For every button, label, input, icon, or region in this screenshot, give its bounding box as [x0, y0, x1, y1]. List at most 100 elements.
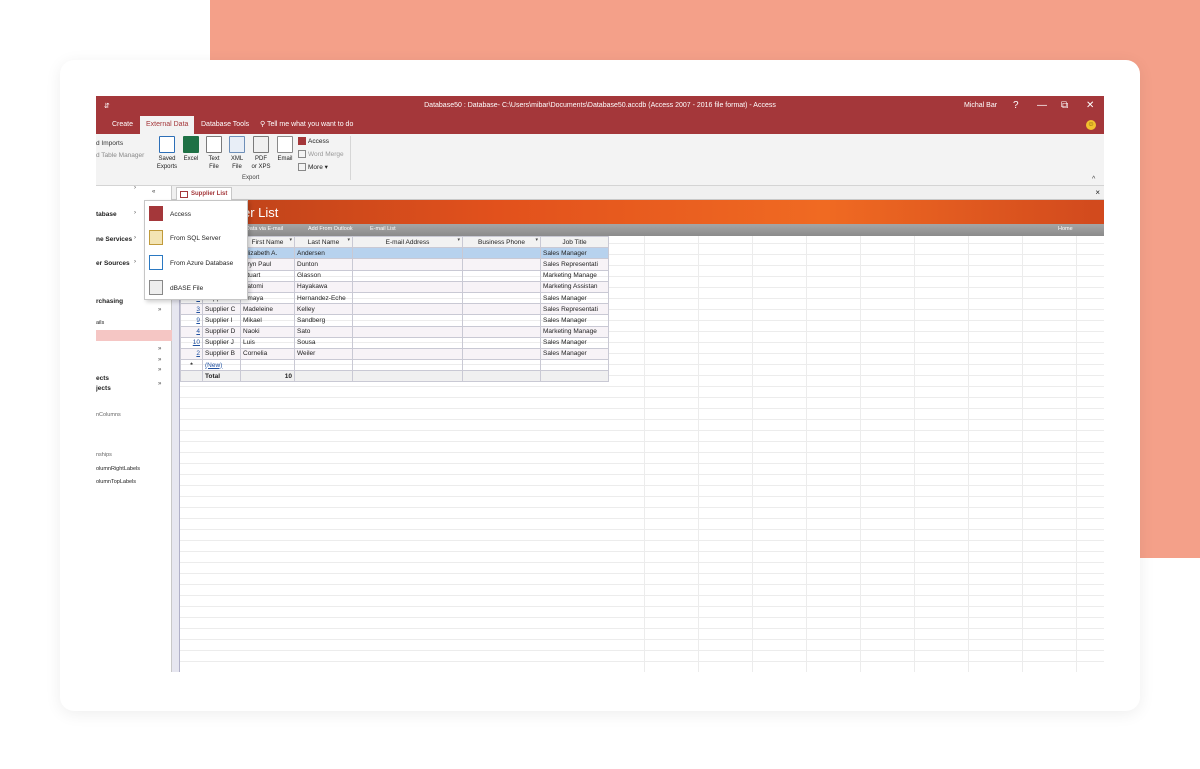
nav-pane-collapse-icon[interactable]: « — [152, 189, 155, 195]
email-list-link[interactable]: E-mail List — [370, 226, 396, 232]
cell-phone[interactable] — [462, 280, 541, 293]
cell-job-title[interactable]: Marketing Assistan — [540, 280, 609, 293]
dropdown-icon[interactable]: ▾ — [535, 238, 538, 243]
cell-phone[interactable] — [462, 291, 541, 305]
cell-last-name[interactable]: Weiler — [294, 347, 353, 361]
cell-company[interactable]: Supplier I — [202, 314, 241, 327]
cell-last-name[interactable]: Kelley — [294, 303, 353, 316]
header-last-name[interactable]: Last Name ▾ — [294, 235, 353, 249]
cell-email[interactable] — [352, 347, 463, 361]
total-value[interactable]: 10 — [240, 370, 295, 383]
nav-item-columns[interactable]: nColumns — [96, 412, 121, 418]
tab-create[interactable]: Create — [106, 116, 139, 134]
cell-id[interactable]: 4 — [180, 325, 203, 338]
cell-last-name[interactable]: Andersen — [294, 247, 353, 260]
nav-menu-item-online-services[interactable]: ne Services — [96, 236, 132, 243]
cell-job-title[interactable]: Marketing Manage — [540, 269, 609, 282]
tab-external-data[interactable]: External Data — [140, 116, 195, 134]
nav-group-objects[interactable]: ects — [96, 375, 109, 382]
chevron-down-icon[interactable]: » — [158, 346, 161, 352]
cell-first-name[interactable]: Madeleine — [240, 303, 295, 316]
chevron-up-icon[interactable]: » — [158, 381, 161, 387]
chevron-down-icon[interactable]: » — [158, 367, 161, 373]
export-text-file-button[interactable]: Text File — [203, 136, 225, 171]
chevron-down-icon[interactable]: » — [158, 357, 161, 363]
cell-phone[interactable] — [462, 325, 541, 338]
menu-item-dbase-file[interactable]: dBASE File — [145, 277, 249, 299]
cell-last-name[interactable]: Hayakawa — [294, 280, 353, 293]
cell-phone[interactable] — [462, 269, 541, 282]
cell-phone[interactable] — [462, 247, 541, 260]
cell-email[interactable] — [352, 247, 463, 260]
nav-item-top-labels[interactable]: olumnTopLabels — [96, 479, 136, 485]
saved-exports-button[interactable]: Saved Exports — [154, 136, 180, 171]
header-email[interactable]: E-mail Address ▾ — [352, 235, 463, 249]
cell-first-name[interactable]: Mikael — [240, 314, 295, 327]
close-button[interactable]: ✕ — [1086, 100, 1094, 111]
nav-item-right-labels[interactable]: olumnRightLabels — [96, 466, 140, 472]
nav-menu-item-database[interactable]: tabase — [96, 211, 117, 218]
cell-job-title[interactable]: Sales Representati — [540, 258, 609, 271]
cell-email[interactable] — [352, 314, 463, 327]
header-job-title[interactable]: Job Title — [540, 235, 609, 249]
cell-id[interactable]: 2 — [180, 347, 203, 361]
table-row[interactable]: 10 Supplier J Luis Sousa Sales Manager — [180, 336, 609, 349]
record-selector-column[interactable] — [172, 236, 180, 672]
nav-group-objects-2[interactable]: jects — [96, 385, 111, 392]
export-email-button[interactable]: Email — [274, 136, 296, 163]
cell-phone[interactable] — [462, 336, 541, 349]
cell-job-title[interactable]: Sales Manager — [540, 247, 609, 260]
chevron-up-icon[interactable]: » — [158, 307, 161, 313]
tab-supplier-list[interactable]: Supplier List — [176, 187, 233, 200]
nav-group-purchasing[interactable]: rchasing — [96, 298, 123, 305]
cell-job-title[interactable]: Sales Manager — [540, 314, 609, 327]
help-button[interactable]: ? — [1013, 100, 1019, 111]
user-name[interactable]: Michal Bar — [964, 102, 997, 109]
nav-menu-item-other-sources[interactable]: er Sources — [96, 260, 130, 267]
linked-table-manager-button[interactable]: d Table Manager — [96, 150, 144, 162]
cell-email[interactable] — [352, 359, 463, 372]
cell-phone[interactable] — [462, 347, 541, 361]
cell-phone[interactable] — [462, 314, 541, 327]
close-document-icon[interactable]: × — [1095, 188, 1100, 197]
cell-job-title[interactable] — [540, 359, 609, 372]
export-excel-button[interactable]: Excel — [180, 136, 202, 163]
cell-email[interactable] — [352, 269, 463, 282]
minimize-button[interactable]: — — [1037, 100, 1047, 111]
menu-item-access[interactable]: Access — [145, 203, 249, 225]
cell-last-name[interactable]: Dunton — [294, 258, 353, 271]
add-from-outlook-link[interactable]: Add From Outlook — [308, 226, 353, 232]
tell-me-box[interactable]: ⚲ Tell me what you want to do — [260, 116, 353, 134]
cell-first-name[interactable]: Naoki — [240, 325, 295, 338]
table-row[interactable]: 3 Supplier C Madeleine Kelley Sales Repr… — [180, 303, 609, 316]
cell-id[interactable]: 10 — [180, 336, 203, 349]
cell-company[interactable]: Supplier D — [202, 325, 241, 338]
menu-item-sql-server[interactable]: From SQL Server — [145, 227, 249, 249]
home-link[interactable]: Home — [1058, 226, 1073, 232]
cell-job-title[interactable]: Marketing Manage — [540, 325, 609, 338]
dropdown-icon[interactable]: ▾ — [457, 238, 460, 243]
cell-phone[interactable] — [462, 359, 541, 372]
table-row[interactable]: 4 Supplier D Naoki Sato Marketing Manage — [180, 325, 609, 338]
cell-email[interactable] — [352, 291, 463, 305]
restore-button[interactable]: ⧉ — [1061, 100, 1068, 111]
word-merge-button[interactable]: Word Merge — [298, 150, 344, 160]
cell-last-name[interactable]: Hernandez-Eche — [294, 291, 353, 305]
menu-item-azure-database[interactable]: From Azure Database — [145, 252, 249, 274]
cell-company[interactable]: Supplier B — [202, 347, 241, 361]
saved-imports-button[interactable]: d Imports — [96, 138, 144, 150]
cell-job-title[interactable]: Sales Manager — [540, 291, 609, 305]
nav-item-relationships[interactable]: nships — [96, 452, 112, 458]
cell-id[interactable]: 9 — [180, 314, 203, 327]
export-xml-button[interactable]: XML File — [226, 136, 248, 171]
cell-first-name[interactable]: Luis — [240, 336, 295, 349]
cell-last-name[interactable]: Sato — [294, 325, 353, 338]
tab-database-tools[interactable]: Database Tools — [195, 116, 255, 134]
cell-email[interactable] — [352, 325, 463, 338]
dropdown-icon[interactable]: ▾ — [347, 238, 350, 243]
dropdown-icon[interactable]: ▾ — [289, 238, 292, 243]
cell-company[interactable]: Supplier C — [202, 303, 241, 316]
new-record-link[interactable]: (New) — [202, 359, 241, 372]
collapse-ribbon-icon[interactable]: ^ — [1092, 176, 1095, 183]
cell-last-name[interactable] — [294, 359, 353, 372]
